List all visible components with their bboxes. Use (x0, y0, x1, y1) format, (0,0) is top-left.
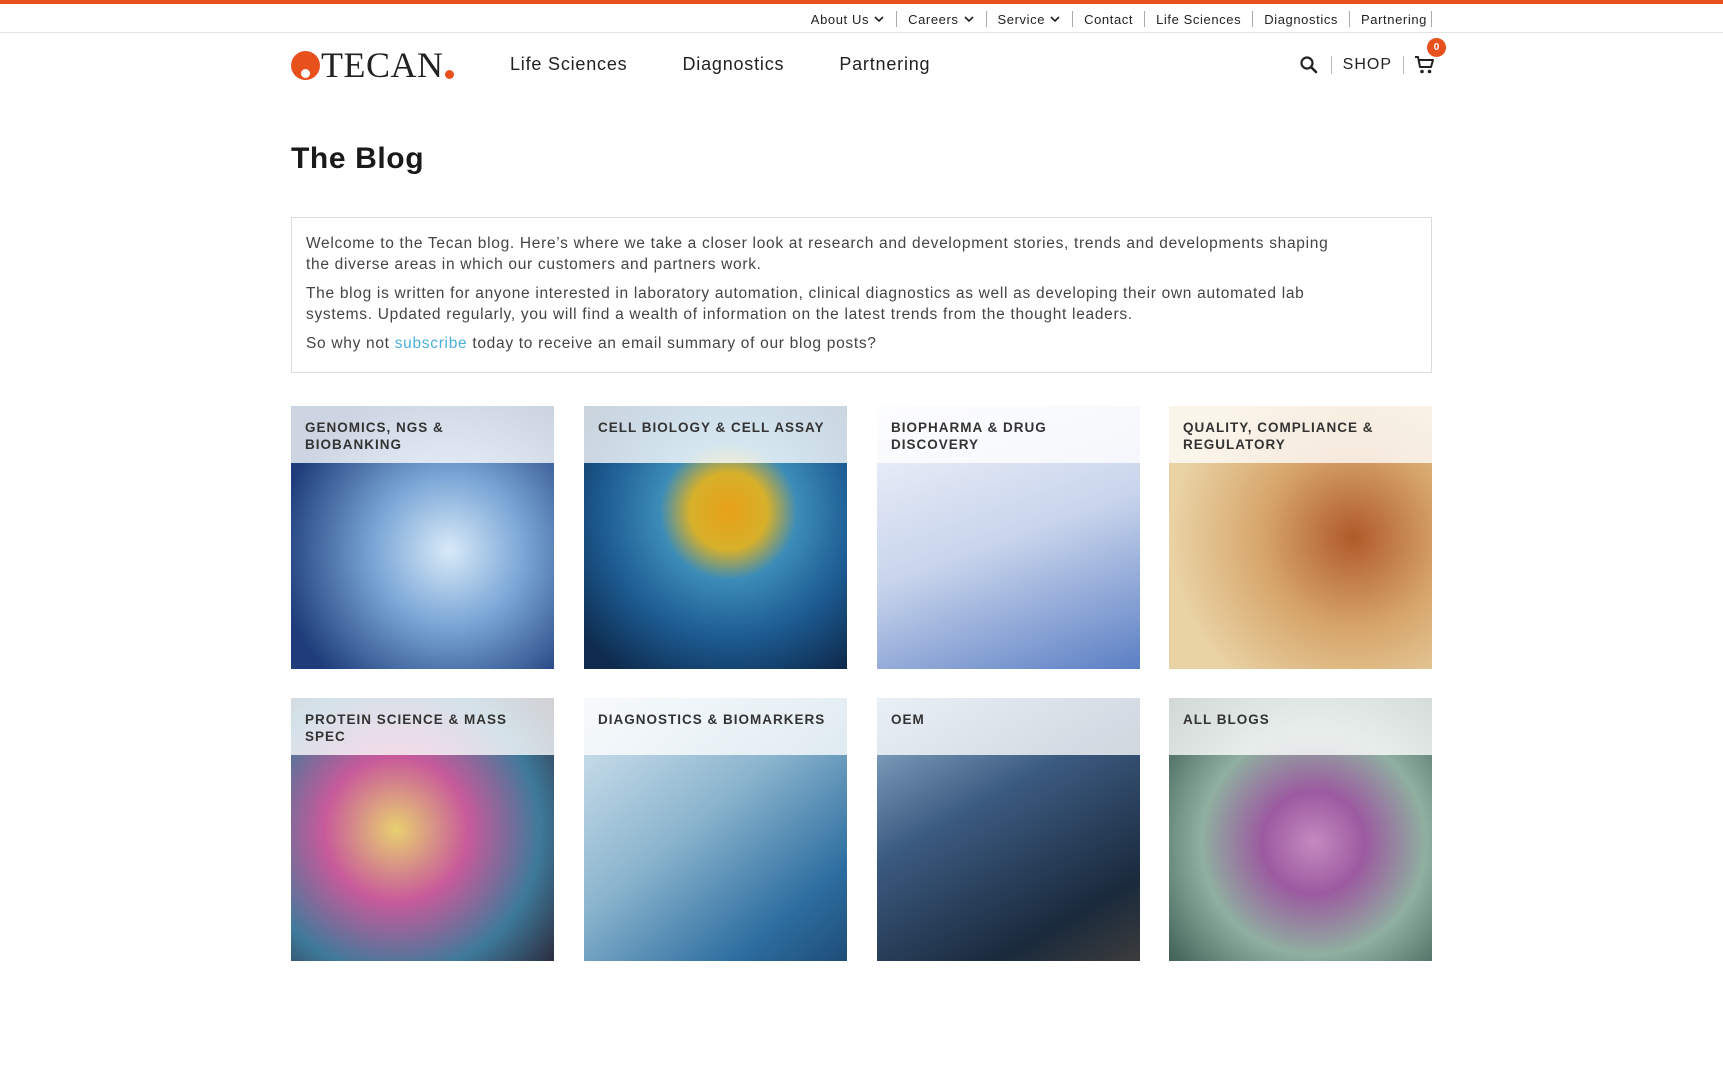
category-tile-label: Biopharma & Drug Discovery (877, 406, 1140, 463)
category-tile-label: Protein Science & Mass Spec (291, 698, 554, 755)
cart-count-badge: 0 (1427, 38, 1446, 57)
utility-item-label: Careers (908, 11, 959, 27)
utility-item-service[interactable]: Service (987, 11, 1074, 27)
main-header: TECAN Life Sciences Diagnostics Partneri… (0, 34, 1723, 98)
intro-text: today to receive an email summary of our… (467, 335, 877, 352)
utility-item-about-us[interactable]: About Us (800, 11, 898, 27)
logo-period-icon (444, 69, 454, 79)
separator (1403, 56, 1404, 74)
utility-item-careers[interactable]: Careers (897, 11, 987, 27)
category-tile-cell-biology[interactable]: Cell Biology & Cell Assay (584, 406, 847, 669)
logo-mark-icon (291, 50, 320, 80)
intro-paragraph-2: The blog is written for anyone intereste… (306, 285, 1305, 323)
category-tile-label: Cell Biology & Cell Assay (584, 406, 847, 463)
logo-text: TECAN (321, 45, 444, 85)
header-tools: SHOP 0 (1299, 38, 1446, 79)
category-tile-all-blogs[interactable]: All Blogs (1169, 698, 1432, 961)
utility-item-label: Diagnostics (1264, 11, 1339, 27)
category-tile-genomics[interactable]: Genomics, NGS & Biobanking (291, 406, 554, 669)
shop-link[interactable]: SHOP (1343, 56, 1392, 74)
utility-item-label: Service (997, 11, 1046, 27)
category-tile-label: All Blogs (1169, 698, 1432, 755)
intro-paragraph-3: So why not subscribe today to receive an… (306, 333, 1356, 354)
utility-item-label: About Us (810, 11, 870, 27)
category-tile-diagnostics[interactable]: Diagnostics & Biomarkers (584, 698, 847, 961)
nav-item-diagnostics[interactable]: Diagnostics (682, 54, 784, 75)
chevron-down-icon (874, 16, 884, 23)
cart-button[interactable]: 0 (1414, 38, 1446, 76)
nav-item-life-sciences[interactable]: Life Sciences (510, 54, 627, 75)
utility-item-life-sciences[interactable]: Life Sciences (1145, 11, 1254, 27)
main-nav: Life Sciences Diagnostics Partnering (510, 54, 985, 75)
page-title: The Blog (291, 142, 425, 175)
nav-item-partnering[interactable]: Partnering (839, 54, 930, 75)
utility-item-diagnostics[interactable]: Diagnostics (1253, 11, 1351, 27)
utility-item-label: Contact (1084, 11, 1134, 27)
utility-nav: About Us Careers Service Contact Life Sc… (800, 9, 1432, 29)
utility-item-partnering[interactable]: Partnering (1350, 11, 1432, 27)
chevron-down-icon (1050, 16, 1060, 23)
category-tile-label: Quality, Compliance & Regulatory (1169, 406, 1432, 463)
utility-item-label: Life Sciences (1156, 11, 1242, 27)
utility-item-label: Partnering (1361, 11, 1427, 27)
cart-icon (1415, 56, 1434, 74)
category-tile-oem[interactable]: OEM (877, 698, 1140, 961)
search-icon[interactable] (1299, 55, 1319, 75)
category-tile-label: Diagnostics & Biomarkers (584, 698, 847, 755)
chevron-down-icon (963, 16, 974, 23)
category-tile-label: Genomics, NGS & Biobanking (291, 406, 554, 463)
utility-item-contact[interactable]: Contact (1073, 11, 1146, 27)
category-tile-label: OEM (877, 698, 1140, 755)
category-tile-biopharma[interactable]: Biopharma & Drug Discovery (877, 406, 1140, 669)
separator (1330, 56, 1332, 74)
subscribe-link[interactable]: subscribe (395, 335, 468, 352)
category-tile-quality[interactable]: Quality, Compliance & Regulatory (1169, 406, 1432, 669)
tecan-logo[interactable]: TECAN (291, 45, 454, 85)
intro-text: So why not (306, 335, 395, 352)
intro-paragraph-1: Welcome to the Tecan blog. Here’s where … (306, 235, 1329, 273)
utility-bar: About Us Careers Service Contact Life Sc… (0, 4, 1723, 33)
category-tile-protein-science[interactable]: Protein Science & Mass Spec (291, 698, 554, 961)
intro-box: Welcome to the Tecan blog. Here’s where … (291, 217, 1432, 373)
